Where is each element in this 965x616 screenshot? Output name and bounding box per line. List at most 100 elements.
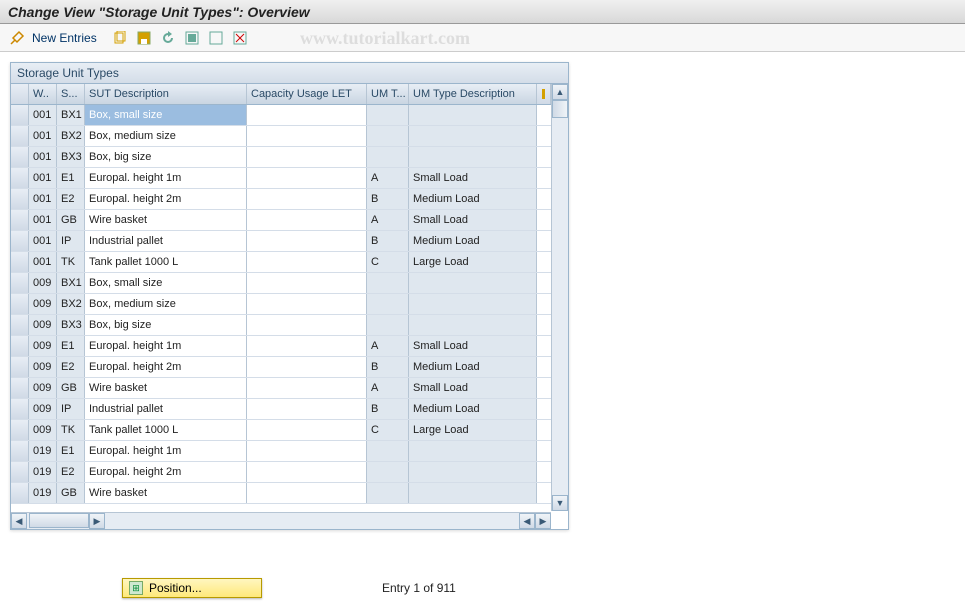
scroll-up-icon[interactable]: ▲	[552, 84, 568, 100]
table-row[interactable]: 009BX2Box, medium size	[11, 294, 551, 315]
cell-umd[interactable]: Small Load	[409, 336, 537, 356]
cell-w[interactable]: 001	[29, 147, 57, 167]
row-selector[interactable]	[11, 294, 29, 314]
cell-umd[interactable]	[409, 273, 537, 293]
cell-cap[interactable]	[247, 462, 367, 482]
table-row[interactable]: 009BX1Box, small size	[11, 273, 551, 294]
row-selector[interactable]	[11, 105, 29, 125]
cell-s[interactable]: E1	[57, 336, 85, 356]
cell-cap[interactable]	[247, 168, 367, 188]
cell-umd[interactable]	[409, 126, 537, 146]
table-row[interactable]: 001GBWire basketASmall Load	[11, 210, 551, 231]
cell-cap[interactable]	[247, 357, 367, 377]
cell-w[interactable]: 001	[29, 126, 57, 146]
cell-s[interactable]: BX1	[57, 105, 85, 125]
table-row[interactable]: 019GBWire basket	[11, 483, 551, 504]
cell-cap[interactable]	[247, 420, 367, 440]
cell-s[interactable]: E1	[57, 168, 85, 188]
cell-cap[interactable]	[247, 105, 367, 125]
cell-umt[interactable]: B	[367, 399, 409, 419]
cell-w[interactable]: 009	[29, 357, 57, 377]
cell-w[interactable]: 009	[29, 378, 57, 398]
cell-umd[interactable]: Medium Load	[409, 189, 537, 209]
table-row[interactable]: 009E2Europal. height 2mBMedium Load	[11, 357, 551, 378]
cell-umt[interactable]: B	[367, 231, 409, 251]
table-row[interactable]: 019E1Europal. height 1m	[11, 441, 551, 462]
cell-umd[interactable]	[409, 294, 537, 314]
cell-umd[interactable]: Small Load	[409, 378, 537, 398]
cell-umd[interactable]	[409, 147, 537, 167]
table-row[interactable]: 009TKTank pallet 1000 LCLarge Load	[11, 420, 551, 441]
cell-umt[interactable]: A	[367, 168, 409, 188]
cell-umt[interactable]: B	[367, 189, 409, 209]
cell-desc[interactable]: Box, big size	[85, 147, 247, 167]
cell-s[interactable]: GB	[57, 210, 85, 230]
cell-s[interactable]: IP	[57, 231, 85, 251]
hscroll-thumb[interactable]	[29, 513, 89, 528]
cell-umd[interactable]: Small Load	[409, 210, 537, 230]
col-header-desc[interactable]: SUT Description	[85, 84, 247, 104]
cell-umt[interactable]	[367, 483, 409, 503]
cell-umd[interactable]: Large Load	[409, 420, 537, 440]
cell-s[interactable]: TK	[57, 252, 85, 272]
cell-desc[interactable]: Box, medium size	[85, 294, 247, 314]
table-row[interactable]: 001BX2Box, medium size	[11, 126, 551, 147]
cell-w[interactable]: 009	[29, 294, 57, 314]
cell-cap[interactable]	[247, 126, 367, 146]
cell-w[interactable]: 019	[29, 462, 57, 482]
cell-cap[interactable]	[247, 315, 367, 335]
cell-s[interactable]: TK	[57, 420, 85, 440]
cell-cap[interactable]	[247, 483, 367, 503]
cell-umt[interactable]	[367, 273, 409, 293]
cell-desc[interactable]: Wire basket	[85, 483, 247, 503]
cell-s[interactable]: BX1	[57, 273, 85, 293]
row-selector[interactable]	[11, 441, 29, 461]
cell-w[interactable]: 009	[29, 420, 57, 440]
cell-cap[interactable]	[247, 231, 367, 251]
cell-desc[interactable]: Industrial pallet	[85, 399, 247, 419]
cell-desc[interactable]: Tank pallet 1000 L	[85, 252, 247, 272]
cell-cap[interactable]	[247, 399, 367, 419]
cell-umt[interactable]	[367, 147, 409, 167]
cell-w[interactable]: 019	[29, 441, 57, 461]
table-row[interactable]: 001TKTank pallet 1000 LCLarge Load	[11, 252, 551, 273]
cell-umt[interactable]: B	[367, 357, 409, 377]
cell-umt[interactable]	[367, 294, 409, 314]
cell-cap[interactable]	[247, 210, 367, 230]
col-header-cap[interactable]: Capacity Usage LET	[247, 84, 367, 104]
cell-umt[interactable]	[367, 441, 409, 461]
row-selector[interactable]	[11, 189, 29, 209]
toggle-icon[interactable]	[8, 29, 26, 47]
table-row[interactable]: 001BX1Box, small size	[11, 105, 551, 126]
cell-cap[interactable]	[247, 336, 367, 356]
cell-desc[interactable]: Wire basket	[85, 378, 247, 398]
cell-umd[interactable]: Medium Load	[409, 231, 537, 251]
table-row[interactable]: 009IPIndustrial palletBMedium Load	[11, 399, 551, 420]
scroll-right2-icon[interactable]: ▶	[535, 513, 551, 529]
cell-desc[interactable]: Europal. height 1m	[85, 441, 247, 461]
row-selector[interactable]	[11, 315, 29, 335]
row-selector[interactable]	[11, 168, 29, 188]
cell-umt[interactable]: C	[367, 420, 409, 440]
cell-umt[interactable]: A	[367, 378, 409, 398]
cell-umt[interactable]	[367, 315, 409, 335]
cell-desc[interactable]: Europal. height 1m	[85, 168, 247, 188]
cell-cap[interactable]	[247, 273, 367, 293]
horizontal-scrollbar[interactable]: ◀ ▶ ◀ ▶	[11, 512, 551, 529]
cell-s[interactable]: BX2	[57, 294, 85, 314]
table-row[interactable]: 009GBWire basketASmall Load	[11, 378, 551, 399]
save-icon[interactable]	[135, 29, 153, 47]
scroll-down-icon[interactable]: ▼	[552, 495, 568, 511]
row-selector[interactable]	[11, 147, 29, 167]
cell-umt[interactable]	[367, 126, 409, 146]
cell-w[interactable]: 019	[29, 483, 57, 503]
row-selector[interactable]	[11, 378, 29, 398]
row-selector-header[interactable]	[11, 84, 29, 104]
cell-w[interactable]: 009	[29, 315, 57, 335]
cell-umd[interactable]: Medium Load	[409, 399, 537, 419]
scroll-right-icon[interactable]: ▶	[89, 513, 105, 529]
cell-w[interactable]: 001	[29, 105, 57, 125]
cell-umd[interactable]	[409, 441, 537, 461]
cell-desc[interactable]: Box, small size	[85, 273, 247, 293]
cell-umt[interactable]	[367, 462, 409, 482]
